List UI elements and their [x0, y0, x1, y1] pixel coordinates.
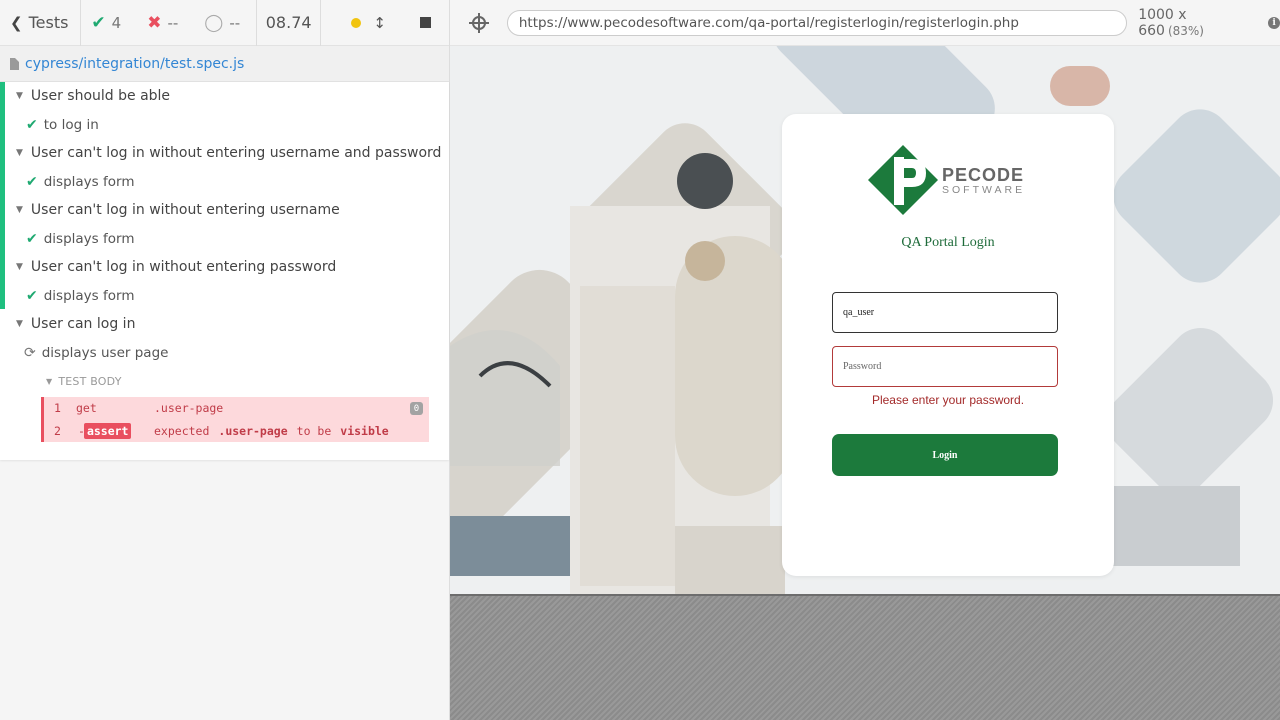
suite-title: User can't log in without entering passw…	[30, 259, 337, 275]
auto-scroll-toggle-icon[interactable]: ↕	[373, 14, 386, 32]
command-count-badge: 0	[410, 402, 423, 415]
command-row[interactable]: 1 get .user-page	[44, 397, 429, 419]
command-log: 1 get .user-page 0 2 - assert expected .u…	[41, 397, 429, 442]
pecode-logo-icon	[868, 145, 938, 215]
viewport-scale: (83%)	[1167, 23, 1204, 38]
check-icon: ✔	[26, 174, 38, 190]
failed-stat: ✖ --	[147, 13, 178, 33]
test-title: displays form	[43, 288, 135, 304]
check-icon: ✔	[26, 288, 38, 304]
caret-down-icon: ▼	[16, 148, 23, 158]
run-controls: ↕	[321, 0, 449, 46]
suite-row[interactable]: ▼ User can't log in without entering use…	[0, 196, 449, 224]
check-icon: ✔	[26, 117, 38, 133]
file-icon	[10, 57, 19, 70]
caret-down-icon: ▼	[46, 377, 53, 386]
test-body-header[interactable]: ▼ TEST BODY	[46, 375, 122, 388]
check-icon: ✔	[91, 12, 106, 33]
tests-label: Tests	[28, 13, 69, 32]
caret-down-icon: ▼	[16, 205, 23, 215]
test-row[interactable]: ✔ displays form	[0, 282, 449, 310]
test-title: displays user page	[41, 345, 169, 361]
suite-title: User can't log in without entering usern…	[30, 202, 340, 218]
refresh-icon: ⟳	[24, 345, 36, 361]
reporter-panel: ❮ Tests ✔ 4 ✖ -- ◯ -- 08.74 ↕ cypress/in…	[0, 0, 450, 720]
suite-title: User can log in	[30, 316, 136, 332]
suite-row[interactable]: ▼ User can't log in without entering use…	[0, 139, 449, 167]
failed-count: --	[167, 13, 179, 32]
check-icon: ✔	[26, 231, 38, 247]
spec-file-link[interactable]: cypress/integration/test.spec.js	[25, 56, 244, 72]
suite-row[interactable]: ▼ User can log in	[0, 310, 449, 338]
chevron-left-icon: ❮	[10, 13, 23, 32]
stop-icon[interactable]	[420, 17, 431, 28]
pending-count: --	[229, 13, 241, 32]
message-part: .user-page	[218, 424, 288, 438]
logo-wordmark: PECODE SOFTWARE	[942, 165, 1025, 196]
assert-badge: assert	[83, 423, 132, 439]
aut-header: https://www.pecodesoftware.com/qa-portal…	[450, 0, 1280, 46]
passed-count: 4	[111, 13, 122, 32]
test-row[interactable]: ✔ displays form	[0, 168, 449, 196]
message-part: to be	[296, 424, 332, 438]
url-bar[interactable]: https://www.pecodesoftware.com/qa-portal…	[506, 9, 1128, 36]
brand-subtitle: SOFTWARE	[942, 183, 1026, 196]
suite-row[interactable]: ▼ User can't log in without entering pas…	[0, 253, 449, 281]
command-number: 1	[54, 401, 61, 415]
passed-stat: ✔ 4	[91, 13, 121, 33]
tests-button[interactable]: ❮ Tests	[0, 0, 82, 46]
info-icon[interactable]: i	[1268, 16, 1280, 29]
pending-stat: ◯ --	[204, 13, 240, 33]
selector-playground-icon[interactable]	[468, 12, 490, 34]
command-message: expected .user-page to be visible	[154, 424, 389, 438]
test-title: displays form	[43, 174, 135, 190]
suite-title: User can't log in without entering usern…	[30, 145, 442, 161]
test-row[interactable]: ✔ displays form	[0, 225, 449, 253]
caret-down-icon: ▼	[16, 319, 23, 329]
app-under-test: https://www.pecodesoftware.com/qa-portal…	[450, 0, 1280, 720]
viewport-size: 1000 x 660 (83%)	[1138, 7, 1256, 39]
suite-row[interactable]: ▼ User should be able	[0, 82, 449, 110]
pecode-logo: PECODE SOFTWARE	[868, 145, 1025, 215]
test-row[interactable]: ✔ to log in	[0, 111, 449, 139]
test-title: displays form	[43, 231, 135, 247]
suite-title: User should be able	[30, 88, 171, 104]
page-title: QA Portal Login	[901, 235, 995, 250]
aut-iframe: PECODE SOFTWARE QA Portal Login qa_user …	[450, 46, 1280, 594]
command-name-wrap: - assert	[76, 423, 154, 439]
test-body-label: TEST BODY	[58, 375, 122, 388]
stats: ✔ 4 ✖ -- ◯ --	[81, 0, 258, 46]
password-input[interactable]: Password	[832, 346, 1058, 387]
duration: 08.74	[257, 0, 322, 46]
brand-name: PECODE	[942, 164, 1025, 185]
login-card: PECODE SOFTWARE QA Portal Login qa_user …	[782, 114, 1114, 576]
message-part: visible	[340, 424, 389, 438]
password-error-message: Please enter your password.	[871, 393, 1025, 407]
viewport-overflow-area	[450, 594, 1280, 720]
caret-down-icon: ▼	[16, 91, 23, 101]
command-number: 2	[54, 424, 61, 438]
command-message: .user-page	[154, 401, 224, 415]
caret-down-icon: ▼	[16, 262, 23, 272]
login-button[interactable]: Login	[832, 434, 1058, 476]
spec-file-bar: cypress/integration/test.spec.js	[0, 46, 449, 82]
command-name: get	[76, 401, 97, 415]
reporter-header: ❮ Tests ✔ 4 ✖ -- ◯ -- 08.74 ↕	[0, 0, 449, 46]
circle-icon: ◯	[204, 12, 224, 33]
command-row[interactable]: 2 - assert expected .user-page to be visi…	[44, 420, 429, 442]
x-icon: ✖	[147, 12, 162, 33]
test-row-running[interactable]: ⟳ displays user page	[0, 339, 449, 367]
message-part: expected	[154, 424, 210, 438]
test-title: to log in	[43, 117, 99, 133]
status-dot-icon	[351, 17, 362, 28]
username-input[interactable]: qa_user	[832, 292, 1058, 333]
